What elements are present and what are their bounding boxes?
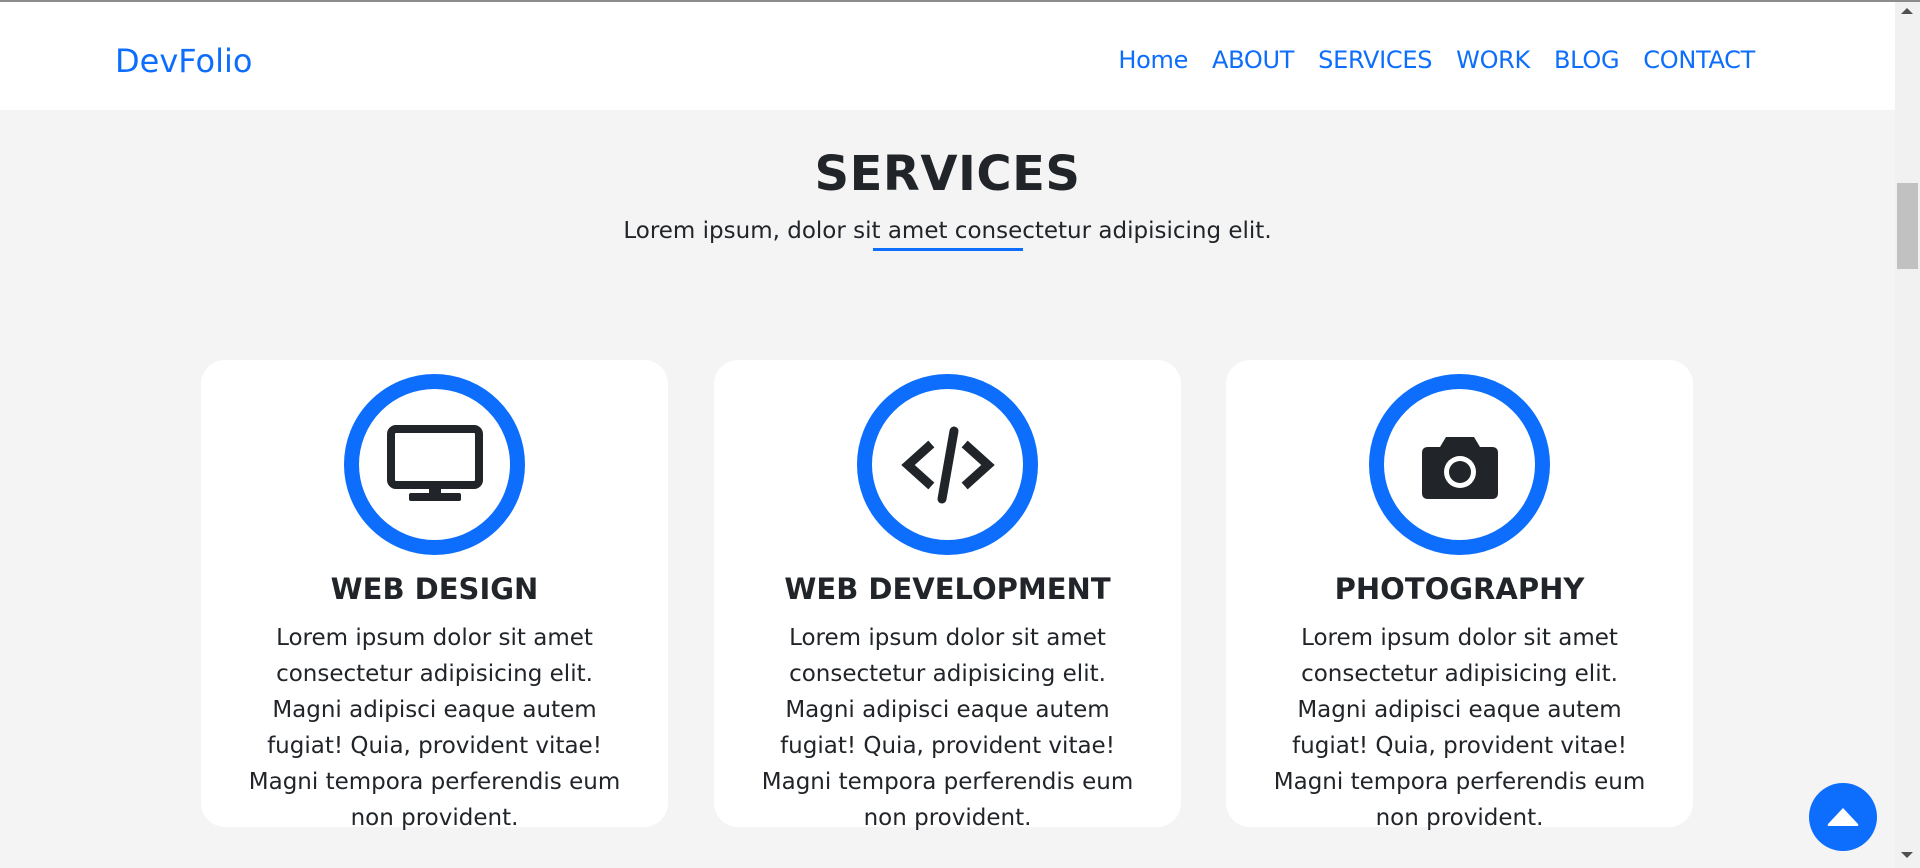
card-title: PHOTOGRAPHY — [1334, 572, 1585, 606]
card-text: Lorem ipsum dolor sit amet consectetur a… — [248, 625, 621, 831]
scrollbar-thumb[interactable] — [1897, 183, 1918, 269]
nav-link-services[interactable]: SERVICES — [1306, 46, 1444, 74]
card-text: Lorem ipsum dolor sit amet consectetur a… — [1273, 625, 1646, 831]
section-subtitle: Lorem ipsum, dolor sit amet consectetur … — [623, 218, 1272, 244]
page-scrollbar[interactable] — [1895, 2, 1920, 868]
code-icon — [900, 426, 995, 503]
section-underline — [873, 248, 1023, 251]
card-text: Lorem ipsum dolor sit amet consectetur a… — [761, 625, 1134, 831]
card-title: WEB DEVELOPMENT — [784, 572, 1111, 606]
icon-ring — [1369, 374, 1550, 555]
brand-logo-link[interactable]: DevFolio — [115, 42, 252, 80]
service-card-web-design: WEB DESIGN Lorem ipsum dolor sit amet co… — [201, 360, 668, 831]
scroll-up-arrow-icon[interactable] — [1901, 8, 1913, 14]
nav-link-work[interactable]: WORK — [1444, 46, 1542, 74]
service-card-web-development: WEB DEVELOPMENT Lorem ipsum dolor sit am… — [714, 360, 1181, 831]
nav-link-home[interactable]: Home — [1106, 46, 1200, 74]
service-card-photography: PHOTOGRAPHY Lorem ipsum dolor sit amet c… — [1226, 360, 1693, 831]
nav-link-blog[interactable]: BLOG — [1542, 46, 1631, 74]
scroll-down-arrow-icon[interactable] — [1901, 852, 1913, 858]
icon-ring — [344, 374, 525, 555]
icon-ring — [857, 374, 1038, 555]
camera-icon — [1421, 436, 1498, 499]
nav-link-contact[interactable]: CONTACT — [1631, 46, 1767, 74]
nav-link-about[interactable]: ABOUT — [1200, 46, 1306, 74]
back-to-top-button[interactable] — [1809, 783, 1877, 851]
desktop-icon — [386, 424, 483, 501]
navbar: DevFolio Home ABOUT SERVICES WORK BLOG C… — [0, 2, 1895, 110]
nav-links: Home ABOUT SERVICES WORK BLOG CONTACT — [1106, 46, 1767, 74]
section-title: SERVICES — [814, 146, 1081, 202]
card-title: WEB DESIGN — [330, 572, 539, 606]
caret-up-icon — [1827, 808, 1859, 826]
